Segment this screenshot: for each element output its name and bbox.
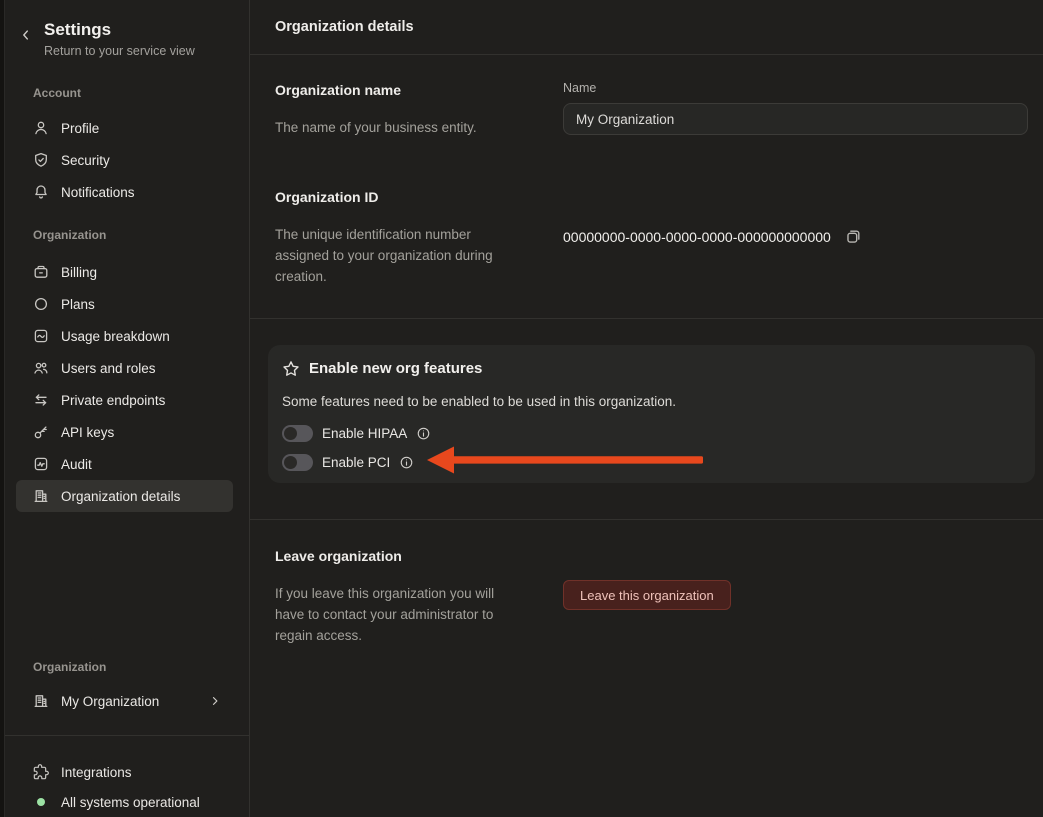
sidebar-item-label: Security	[61, 153, 110, 168]
org-id-value-block: 00000000-0000-0000-0000-000000000000	[563, 187, 1028, 287]
leave-info: Leave organization If you leave this org…	[275, 546, 563, 646]
leave-action: Leave this organization	[563, 546, 1028, 646]
org-id-row: Organization ID The unique identificatio…	[275, 187, 1028, 287]
sidebar-item-label: Notifications	[61, 185, 135, 200]
org-name-input[interactable]: My Organization	[563, 103, 1028, 135]
integrations-link[interactable]: Integrations	[16, 757, 233, 787]
sidebar-item-label: Profile	[61, 121, 99, 136]
page-title: Organization details	[250, 0, 1043, 55]
sidebar-spacer	[0, 512, 249, 660]
info-icon[interactable]	[399, 455, 414, 470]
bell-icon	[33, 184, 49, 200]
info-icon[interactable]	[416, 426, 431, 441]
org-name-row: Organization name The name of your busin…	[275, 80, 1028, 138]
sidebar-footer: Integrations All systems operational	[0, 757, 249, 817]
swap-arrows-icon	[33, 392, 49, 408]
hipaa-toggle[interactable]	[282, 425, 313, 442]
copy-icon	[845, 228, 862, 245]
sidebar-subtitle[interactable]: Return to your service view	[44, 42, 249, 60]
sidebar-item-api-keys[interactable]: API keys	[16, 416, 233, 448]
shield-check-icon	[33, 152, 49, 168]
sidebar-item-usage-breakdown[interactable]: Usage breakdown	[16, 320, 233, 352]
users-icon	[33, 360, 49, 376]
org-switcher-label: Organization	[33, 660, 249, 676]
sidebar-item-label: Organization details	[61, 489, 180, 504]
wallet-icon	[33, 264, 49, 280]
sidebar-item-label: Audit	[61, 457, 92, 472]
org-id-heading: Organization ID	[275, 187, 563, 207]
hipaa-toggle-label: Enable HIPAA	[322, 426, 407, 441]
org-name-field: Name My Organization	[563, 80, 1028, 138]
sidebar-item-security[interactable]: Security	[16, 144, 233, 176]
circle-icon	[33, 296, 49, 312]
chevron-left-icon	[19, 28, 33, 42]
org-name-heading: Organization name	[275, 80, 563, 100]
puzzle-icon	[33, 764, 49, 780]
org-name-description: The name of your business entity.	[275, 117, 527, 138]
leave-description: If you leave this organization you will …	[275, 583, 527, 646]
leave-organization-button[interactable]: Leave this organization	[563, 580, 731, 610]
sidebar-item-audit[interactable]: Audit	[16, 448, 233, 480]
enable-features-card: Enable new org features Some features ne…	[268, 345, 1035, 483]
hipaa-toggle-row: Enable HIPAA	[282, 424, 1019, 442]
org-id-value: 00000000-0000-0000-0000-000000000000	[563, 229, 831, 245]
leave-heading: Leave organization	[275, 546, 563, 566]
pci-toggle-label: Enable PCI	[322, 455, 390, 470]
org-details-section: Organization name The name of your busin…	[250, 55, 1043, 319]
system-status-label: All systems operational	[61, 795, 200, 810]
activity-icon	[33, 456, 49, 472]
organization-nav: Billing Plans Usage breakdown Users and …	[0, 256, 249, 512]
sidebar-item-billing[interactable]: Billing	[16, 256, 233, 288]
star-icon	[282, 360, 300, 378]
copy-button[interactable]	[845, 228, 862, 245]
chart-wave-icon	[33, 328, 49, 344]
sidebar-item-label: Billing	[61, 265, 97, 280]
sidebar-item-organization-details[interactable]: Organization details	[16, 480, 233, 512]
sidebar-item-notifications[interactable]: Notifications	[16, 176, 233, 208]
back-button[interactable]	[15, 24, 37, 46]
pci-toggle[interactable]	[282, 454, 313, 471]
org-name-info: Organization name The name of your busin…	[275, 80, 563, 138]
org-id-description: The unique identification number assigne…	[275, 224, 527, 287]
sidebar-item-label: Users and roles	[61, 361, 156, 376]
name-field-label: Name	[563, 80, 1028, 96]
sidebar-item-label: Plans	[61, 297, 95, 312]
sidebar-item-plans[interactable]: Plans	[16, 288, 233, 320]
sidebar-item-label: Usage breakdown	[61, 329, 170, 344]
key-icon	[33, 424, 49, 440]
org-switcher[interactable]: My Organization	[16, 685, 233, 717]
sidebar-item-users-and-roles[interactable]: Users and roles	[16, 352, 233, 384]
system-status-link[interactable]: All systems operational	[16, 787, 233, 817]
org-id-info: Organization ID The unique identificatio…	[275, 187, 563, 287]
main-panel: Organization details Organization name T…	[250, 0, 1043, 817]
org-switcher-value: My Organization	[61, 694, 159, 709]
window-edge-rail	[0, 0, 5, 817]
settings-sidebar: Settings Return to your service view Acc…	[0, 0, 250, 817]
section-label-organization: Organization	[33, 228, 249, 244]
user-icon	[33, 120, 49, 136]
sidebar-title: Settings	[44, 20, 249, 40]
features-card-title: Enable new org features	[309, 358, 482, 380]
building-icon	[33, 693, 49, 709]
sidebar-divider	[0, 735, 249, 736]
section-label-account: Account	[33, 86, 249, 102]
sidebar-item-label: Private endpoints	[61, 393, 165, 408]
integrations-label: Integrations	[61, 765, 132, 780]
account-nav: Profile Security Notifications	[0, 112, 249, 208]
building-icon	[33, 488, 49, 504]
features-card-description: Some features need to be enabled to be u…	[282, 392, 1019, 412]
sidebar-item-private-endpoints[interactable]: Private endpoints	[16, 384, 233, 416]
pci-toggle-row: Enable PCI	[282, 453, 1019, 471]
leave-organization-section: Leave organization If you leave this org…	[250, 520, 1043, 646]
sidebar-item-label: API keys	[61, 425, 114, 440]
chevron-right-icon	[209, 695, 233, 707]
status-dot-icon	[37, 798, 45, 806]
sidebar-header: Settings Return to your service view	[0, 20, 249, 60]
sidebar-item-profile[interactable]: Profile	[16, 112, 233, 144]
